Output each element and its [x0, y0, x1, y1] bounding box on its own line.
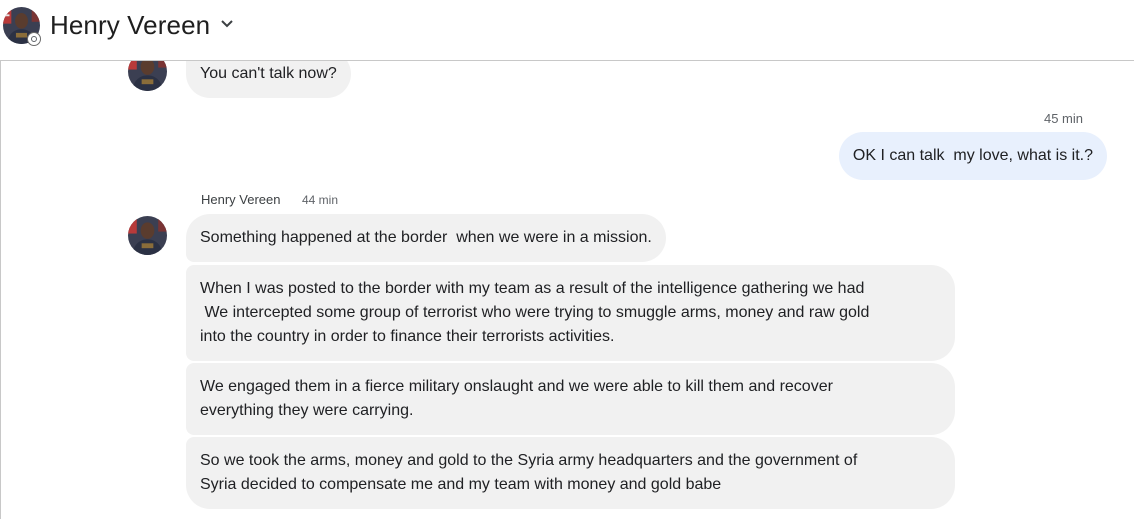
- sender-name: Henry Vereen: [201, 192, 281, 207]
- message-bubble[interactable]: Something happened at the border when we…: [186, 214, 666, 262]
- message-timestamp: 44 min: [302, 193, 339, 207]
- contact-avatar[interactable]: [128, 216, 167, 255]
- message-bubble[interactable]: So we took the arms, money and gold to t…: [186, 437, 955, 509]
- conversation-header: Henry Vereen: [0, 0, 1134, 61]
- contact-name[interactable]: Henry Vereen: [50, 10, 210, 41]
- message-bubble[interactable]: OK I can talk my love, what is it.?: [838, 132, 1107, 180]
- message-bubble[interactable]: We engaged them in a fierce military ons…: [186, 363, 955, 435]
- left-divider: [0, 61, 1, 519]
- chevron-down-icon[interactable]: [220, 19, 234, 29]
- message-timestamp: 45 min: [1043, 111, 1083, 126]
- status-icon: [27, 32, 41, 46]
- message-bubble[interactable]: When I was posted to the border with my …: [186, 265, 955, 361]
